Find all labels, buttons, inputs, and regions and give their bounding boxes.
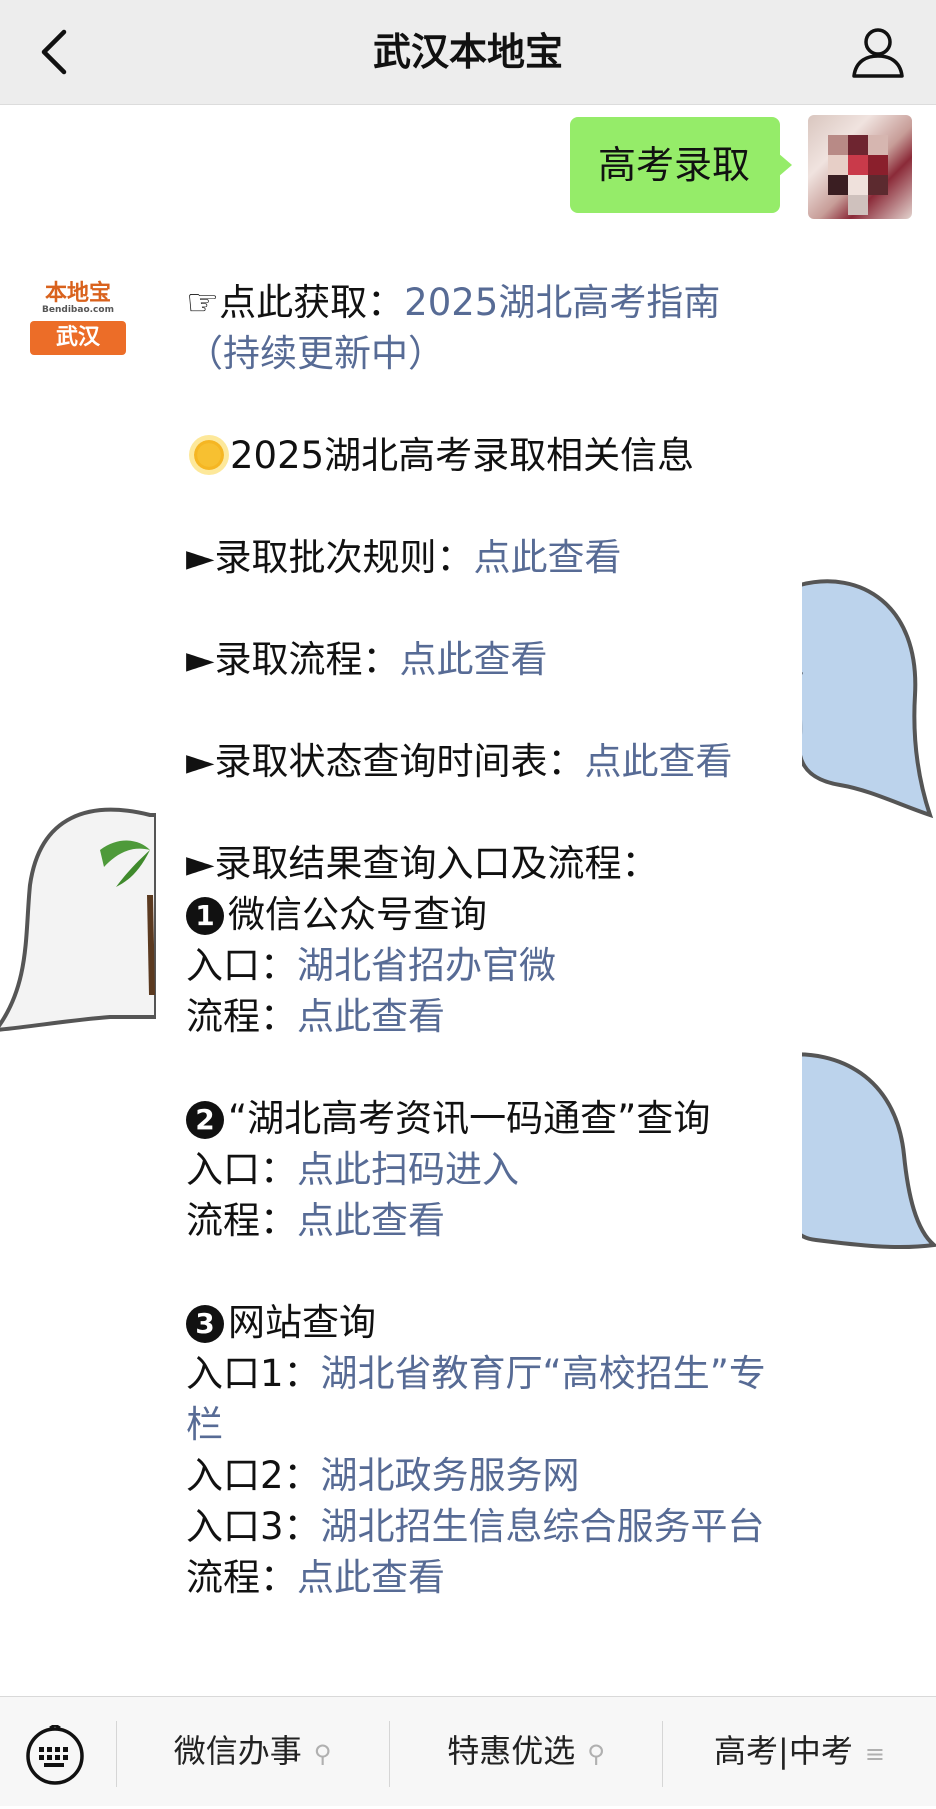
info-title-line: 2025湖北高考录取相关信息 <box>186 430 776 481</box>
outgoing-message-bubble[interactable]: 高考录取 <box>570 117 792 213</box>
keyboard-icon[interactable] <box>24 1725 86 1787</box>
process-line: ►录取流程：点此查看 <box>186 638 548 681</box>
method-3-entry-3-link[interactable]: 湖北招生信息综合服务平台 <box>321 1505 765 1548</box>
menu-exams[interactable]: 高考|中考 ≡ <box>663 1697 936 1806</box>
number-3-icon: 3 <box>186 1305 224 1343</box>
guide-line: ☞点此获取：2025湖北高考指南（持续更新中） <box>186 281 721 375</box>
submenu-icon: ≡ <box>864 1740 885 1768</box>
method-2-title: 2 “湖北高考资讯一码通查”查询 <box>186 1093 776 1144</box>
speech-bubble-doodle-left-palm <box>0 807 156 1032</box>
bottom-menu-bar: 微信办事 ⚲ 特惠优选 ⚲ 高考|中考 ≡ <box>0 1696 936 1806</box>
method-3-title: 3 网站查询 <box>186 1297 776 1348</box>
method-3-entry-2-link[interactable]: 湖北政务服务网 <box>321 1454 580 1497</box>
official-account-avatar[interactable]: 本地宝 Bendibao.com 武汉 <box>28 265 128 365</box>
batch-rules-line: ►录取批次规则：点此查看 <box>186 536 622 579</box>
method-1-title: 1 微信公众号查询 <box>186 889 776 940</box>
batch-rules-link[interactable]: 点此查看 <box>473 536 621 579</box>
process-link[interactable]: 点此查看 <box>399 638 547 681</box>
chat-title: 武汉本地宝 <box>372 30 563 74</box>
method-3-flow: 流程：点此查看 <box>186 1556 445 1599</box>
number-2-icon: 2 <box>186 1101 224 1139</box>
method-3-entry-1: 入口1：湖北省教育厅“高校招生”专栏 <box>186 1352 766 1446</box>
chat-area[interactable]: 高考录取 本地宝 Bendibao.com 武汉 ☞点此获取：2025湖北高考指… <box>0 105 936 1695</box>
navbar: 武汉本地宝 <box>0 0 936 105</box>
link-icon: ⚲ <box>313 1740 332 1768</box>
incoming-message-text: ☞点此获取：2025湖北高考指南（持续更新中） 2025湖北高考录取相关信息 ►… <box>186 277 776 1603</box>
method-1-flow: 流程：点此查看 <box>186 995 445 1038</box>
menu-wechat-services[interactable]: 微信办事 ⚲ <box>117 1697 388 1806</box>
menu-special-offers[interactable]: 特惠优选 ⚲ <box>390 1697 662 1806</box>
logo-subtext: Bendibao.com <box>42 305 114 315</box>
status-schedule-line: ►录取状态查询时间表：点此查看 <box>186 740 733 783</box>
number-1-icon: 1 <box>186 897 224 935</box>
logo-text: 本地宝 <box>44 280 111 306</box>
method-1-flow-link[interactable]: 点此查看 <box>297 995 445 1038</box>
my-avatar[interactable] <box>808 115 912 219</box>
link-icon: ⚲ <box>587 1740 605 1768</box>
method-3-entry-2: 入口2：湖北政务服务网 <box>186 1454 580 1497</box>
profile-icon[interactable] <box>850 24 906 80</box>
method-2-flow-link[interactable]: 点此查看 <box>297 1199 445 1242</box>
method-1-entry: 入口：湖北省招办官微 <box>186 944 556 987</box>
result-query-heading: ►录取结果查询入口及流程： <box>186 842 659 885</box>
status-schedule-link[interactable]: 点此查看 <box>584 740 732 783</box>
method-3-entry-3: 入口3：湖北招生信息综合服务平台 <box>186 1505 765 1548</box>
method-2-entry: 入口：点此扫码进入 <box>186 1148 519 1191</box>
sun-icon <box>194 440 224 470</box>
method-2-flow: 流程：点此查看 <box>186 1199 445 1242</box>
method-3-flow-link[interactable]: 点此查看 <box>297 1556 445 1599</box>
method-2-entry-link[interactable]: 点此扫码进入 <box>297 1148 519 1191</box>
method-1-entry-link[interactable]: 湖北省招办官微 <box>297 944 556 987</box>
logo-city: 武汉 <box>30 321 126 355</box>
